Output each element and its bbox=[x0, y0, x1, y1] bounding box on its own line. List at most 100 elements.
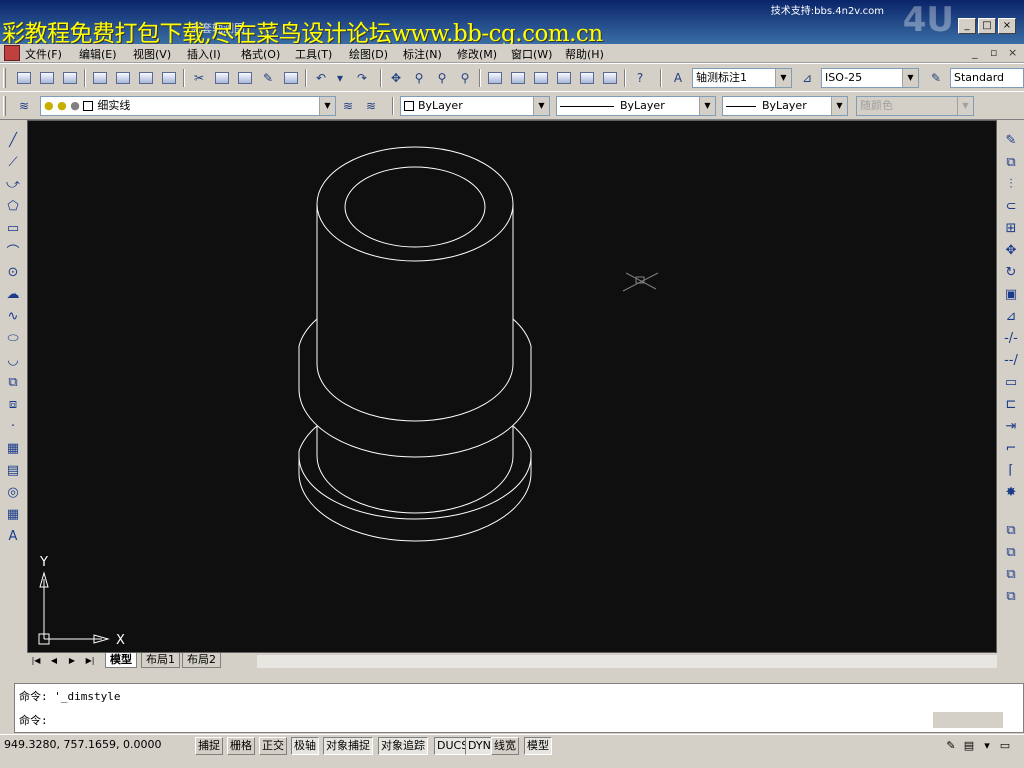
publish-icon[interactable] bbox=[136, 69, 156, 87]
communication-center-icon[interactable]: ✎ bbox=[944, 739, 958, 753]
rectangle-icon[interactable]: ▭ bbox=[3, 218, 23, 238]
table-style-icon[interactable]: ✎ bbox=[926, 69, 946, 87]
otrack-toggle[interactable]: 对象追踪 bbox=[378, 737, 428, 755]
copy-object-icon[interactable]: ⧉ bbox=[1001, 152, 1021, 172]
menu-tools[interactable]: 工具(T) bbox=[295, 46, 332, 62]
hatch-icon[interactable]: ▦ bbox=[3, 438, 23, 458]
text-style-icon[interactable]: A bbox=[668, 69, 688, 87]
extend-icon[interactable]: --/ bbox=[1001, 350, 1021, 370]
snap-toggle[interactable]: 捕捉 bbox=[195, 737, 223, 755]
move-icon[interactable]: ✥ bbox=[1001, 240, 1021, 260]
tab-layout1[interactable]: 布局1 bbox=[141, 653, 180, 668]
polyline-icon[interactable]: ⤻ bbox=[3, 174, 23, 194]
mirror-icon[interactable]: ⫶ bbox=[1001, 174, 1021, 194]
tab-layout2[interactable]: 布局2 bbox=[182, 653, 221, 668]
arc-icon[interactable]: ⌒ bbox=[3, 240, 23, 260]
match-properties-icon[interactable]: ✎ bbox=[258, 69, 278, 87]
multiline-text-icon[interactable]: A bbox=[3, 526, 23, 546]
circle-icon[interactable]: ⊙ bbox=[3, 262, 23, 282]
3d-dwf-icon[interactable] bbox=[159, 69, 179, 87]
offset-icon[interactable]: ⊂ bbox=[1001, 196, 1021, 216]
calculator-icon[interactable] bbox=[600, 69, 620, 87]
clean-screen-icon[interactable]: ▭ bbox=[998, 739, 1012, 753]
draworder-back-icon[interactable]: ⧉ bbox=[1001, 542, 1021, 562]
break-at-point-icon[interactable]: ▭ bbox=[1001, 372, 1021, 392]
command-window[interactable]: 命令: '_dimstyle 命令: bbox=[14, 683, 1024, 733]
fillet-icon[interactable]: ⌈ bbox=[1001, 460, 1021, 480]
pan-icon[interactable]: ✥ bbox=[386, 69, 406, 87]
linetype-combo[interactable]: ByLayer ▼ bbox=[556, 96, 716, 116]
chevron-down-icon[interactable]: ▼ bbox=[319, 97, 335, 115]
text-style-combo[interactable]: 轴测标注1 ▼ bbox=[692, 68, 792, 88]
construction-line-icon[interactable]: ⟋ bbox=[3, 152, 23, 172]
lock-icon[interactable]: ● bbox=[70, 99, 80, 112]
plot-preview-icon[interactable] bbox=[113, 69, 133, 87]
lightbulb-icon[interactable]: ● bbox=[44, 99, 54, 112]
array-icon[interactable]: ⊞ bbox=[1001, 218, 1021, 238]
zoom-window-icon[interactable]: ⚲ bbox=[432, 69, 452, 87]
chevron-down-icon[interactable]: ▼ bbox=[831, 97, 847, 115]
menu-format[interactable]: 格式(O) bbox=[241, 46, 280, 62]
break-icon[interactable]: ⊏ bbox=[1001, 394, 1021, 414]
line-icon[interactable]: ╱ bbox=[3, 130, 23, 150]
chevron-down-icon[interactable]: ▼ bbox=[902, 69, 918, 87]
join-icon[interactable]: ⇥ bbox=[1001, 416, 1021, 436]
zoom-previous-icon[interactable]: ⚲ bbox=[455, 69, 475, 87]
open-icon[interactable] bbox=[37, 69, 57, 87]
ortho-toggle[interactable]: 正交 bbox=[259, 737, 287, 755]
maximize-icon[interactable]: □ bbox=[978, 18, 996, 34]
save-icon[interactable] bbox=[60, 69, 80, 87]
undo-icon[interactable]: ↶ bbox=[311, 69, 331, 87]
print-icon[interactable] bbox=[90, 69, 110, 87]
help-icon[interactable]: ? bbox=[630, 69, 650, 87]
minimize-icon[interactable]: _ bbox=[958, 18, 976, 34]
block-editor-icon[interactable] bbox=[281, 69, 301, 87]
grid-toggle[interactable]: 栅格 bbox=[227, 737, 255, 755]
menu-edit[interactable]: 编辑(E) bbox=[79, 46, 117, 62]
doc-close-icon[interactable]: × bbox=[1008, 46, 1017, 59]
rotate-icon[interactable]: ↻ bbox=[1001, 262, 1021, 282]
tool-palettes-icon[interactable] bbox=[531, 69, 551, 87]
gradient-icon[interactable]: ▤ bbox=[3, 460, 23, 480]
markup-icon[interactable] bbox=[577, 69, 597, 87]
draworder-front-icon[interactable]: ⧉ bbox=[1001, 520, 1021, 540]
osnap-toggle[interactable]: 对象捕捉 bbox=[323, 737, 373, 755]
trim-icon[interactable]: -/- bbox=[1001, 328, 1021, 348]
next-tab-icon[interactable]: ▶ bbox=[65, 654, 79, 667]
table-icon[interactable]: ▦ bbox=[3, 504, 23, 524]
model-toggle[interactable]: 模型 bbox=[524, 737, 552, 755]
status-menu-icon[interactable]: ▾ bbox=[980, 739, 994, 753]
chevron-down-icon[interactable]: ▼ bbox=[775, 69, 791, 87]
polar-toggle[interactable]: 极轴 bbox=[291, 737, 319, 755]
table-style-combo[interactable]: Standard bbox=[950, 68, 1024, 88]
toolbar-grip[interactable] bbox=[3, 68, 6, 88]
layer-manager-icon[interactable]: ≋ bbox=[14, 97, 34, 115]
region-icon[interactable]: ◎ bbox=[3, 482, 23, 502]
sun-icon[interactable]: ● bbox=[57, 99, 67, 112]
command-scrollbar[interactable] bbox=[933, 712, 1003, 728]
menu-dimension[interactable]: 标注(N) bbox=[403, 46, 442, 62]
ellipse-arc-icon[interactable]: ◡ bbox=[3, 350, 23, 370]
design-center-icon[interactable] bbox=[508, 69, 528, 87]
menu-view[interactable]: 视图(V) bbox=[133, 46, 171, 62]
new-icon[interactable] bbox=[14, 69, 34, 87]
sheet-set-icon[interactable] bbox=[554, 69, 574, 87]
chevron-down-icon[interactable]: ▼ bbox=[699, 97, 715, 115]
menu-insert[interactable]: 插入(I) bbox=[187, 46, 221, 62]
lineweight-combo[interactable]: ByLayer ▼ bbox=[722, 96, 848, 116]
undo-dropdown-icon[interactable]: ▾ bbox=[330, 69, 350, 87]
dim-style-combo[interactable]: ISO-25 ▼ bbox=[821, 68, 919, 88]
scale-icon[interactable]: ▣ bbox=[1001, 284, 1021, 304]
horizontal-scrollbar[interactable] bbox=[257, 655, 997, 668]
menu-window[interactable]: 窗口(W) bbox=[511, 46, 552, 62]
menu-modify[interactable]: 修改(M) bbox=[457, 46, 497, 62]
draworder-under-icon[interactable]: ⧉ bbox=[1001, 586, 1021, 606]
dim-style-icon[interactable]: ⊿ bbox=[797, 69, 817, 87]
menu-help[interactable]: 帮助(H) bbox=[565, 46, 604, 62]
layer-previous-icon[interactable]: ≋ bbox=[361, 97, 381, 115]
make-current-layer-icon[interactable]: ≋ bbox=[338, 97, 358, 115]
polygon-icon[interactable]: ⬠ bbox=[3, 196, 23, 216]
tab-model[interactable]: 模型 bbox=[105, 653, 137, 668]
chevron-down-icon[interactable]: ▼ bbox=[533, 97, 549, 115]
menu-file[interactable]: 文件(F) bbox=[25, 46, 62, 62]
